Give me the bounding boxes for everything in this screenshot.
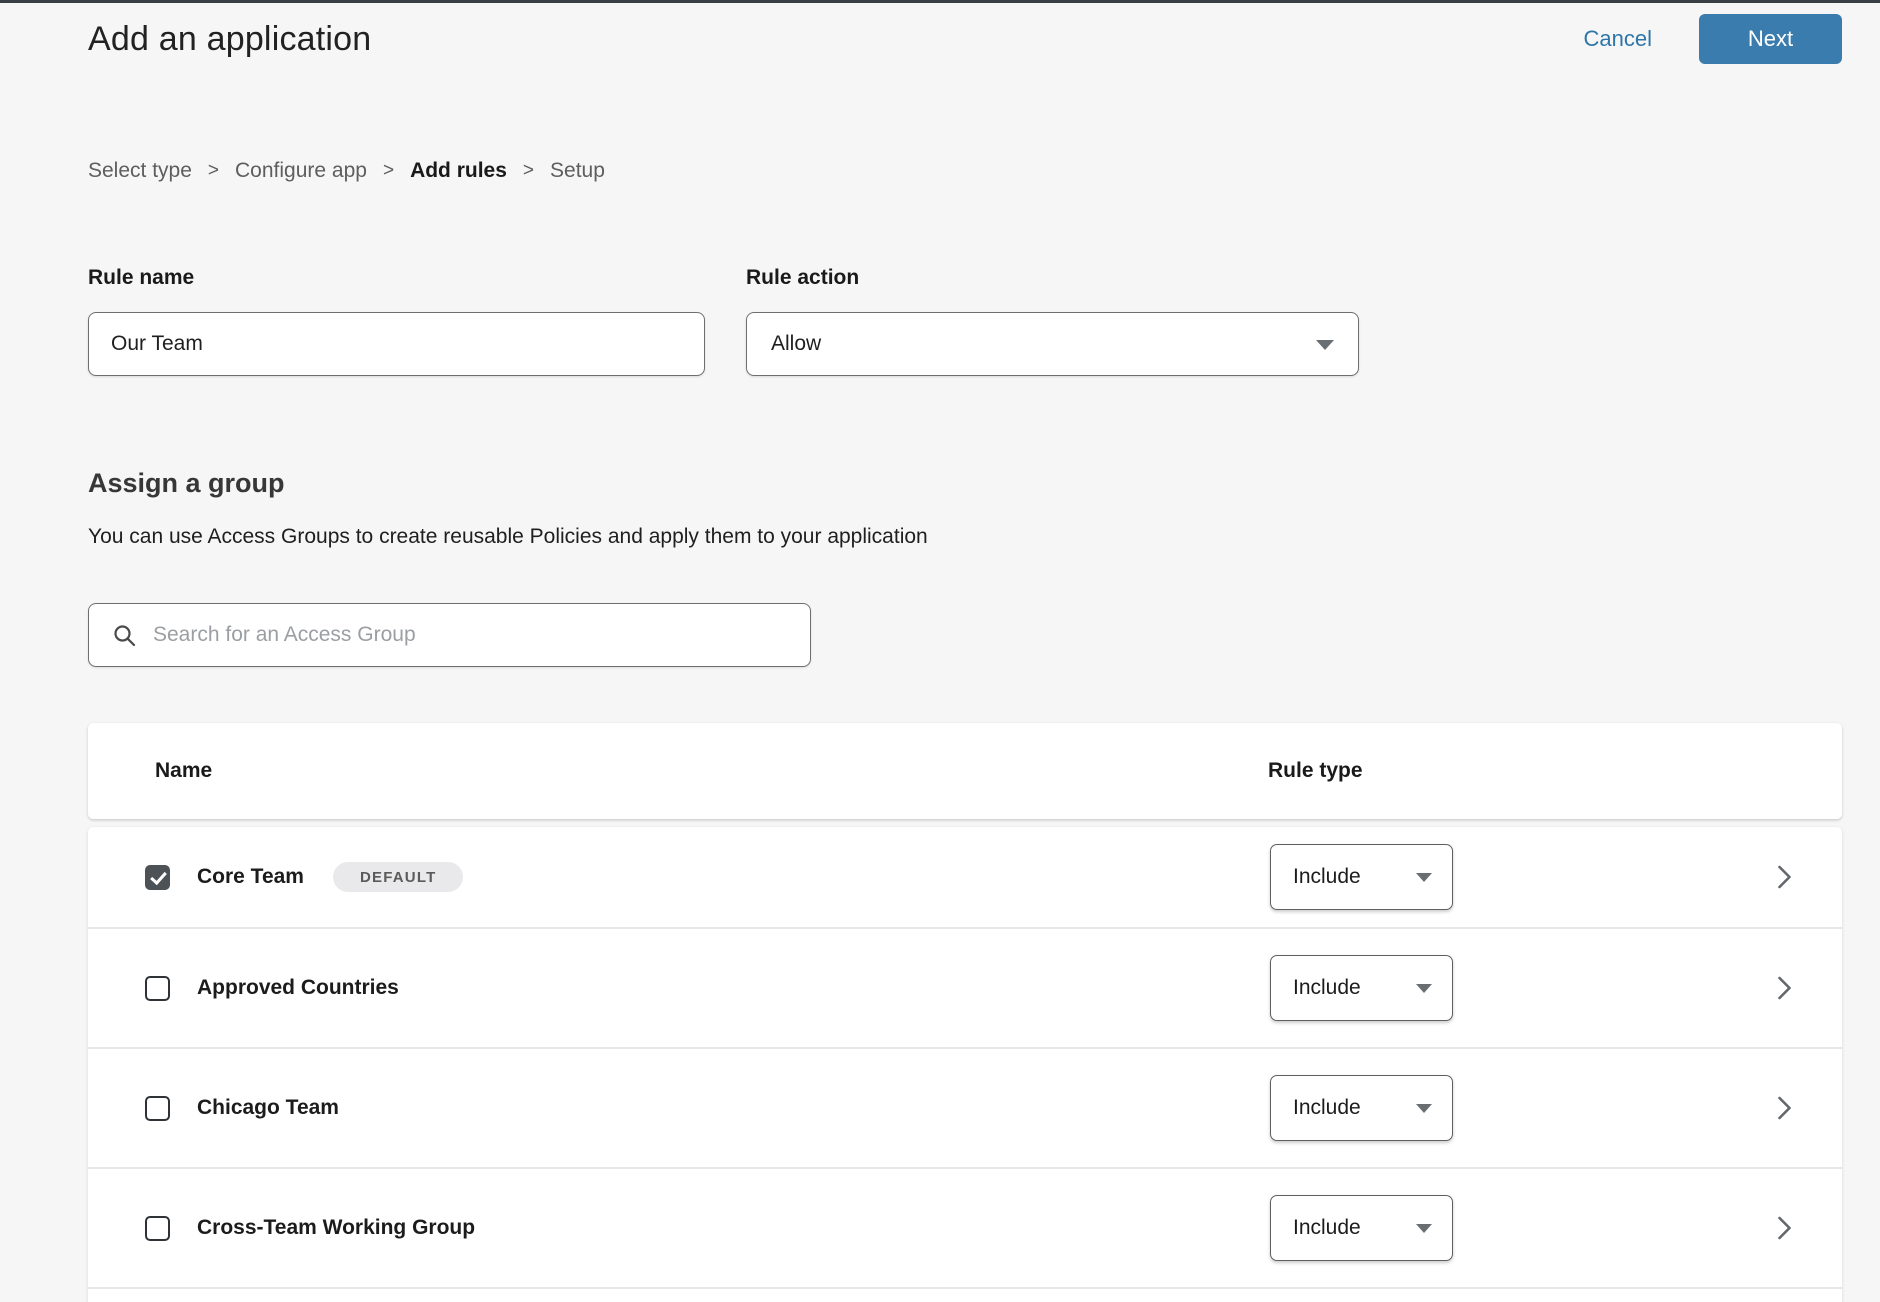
rule-type-value: Include [1293,865,1361,889]
assign-group-heading: Assign a group [88,468,1842,499]
rule-action-label: Rule action [746,266,1359,290]
chevron-down-icon [1416,1224,1432,1233]
row-checkbox[interactable] [145,865,170,890]
group-table-rows: Core Team DEFAULT Include Approved Count… [88,827,1842,1302]
page-header: Add an application Cancel Next [88,13,1842,65]
chevron-right-icon [1776,1093,1793,1123]
chevron-right-icon [1776,1213,1793,1243]
group-table-header: Name Rule type [88,723,1842,819]
chevron-right-icon [1776,862,1793,892]
breadcrumb-separator: > [208,160,219,182]
rule-name-input[interactable] [88,312,705,376]
access-group-search-input[interactable] [89,604,810,666]
rule-action-value: Allow [771,332,821,356]
next-button[interactable]: Next [1699,14,1842,64]
row-checkbox[interactable] [145,976,170,1001]
row-expand-button[interactable] [1776,1093,1793,1123]
page-title: Add an application [88,13,371,65]
group-name: Approved Countries [197,976,399,1000]
rule-fields: Rule name Rule action Allow [88,266,1842,376]
rule-type-value: Include [1293,976,1361,1000]
chevron-down-icon [1416,984,1432,993]
row-expand-button[interactable] [1776,973,1793,1003]
rule-type-select[interactable]: Include [1270,1195,1453,1261]
breadcrumb-step-select-type[interactable]: Select type [88,159,192,183]
rule-name-field: Rule name [88,266,705,376]
cancel-button[interactable]: Cancel [1584,26,1652,52]
assign-group-description: You can use Access Groups to create reus… [88,525,1842,549]
group-name: Core Team [197,865,304,889]
rule-type-value: Include [1293,1096,1361,1120]
table-row: Approved Countries Include [88,929,1842,1049]
default-badge: DEFAULT [333,862,463,892]
breadcrumb-separator: > [523,160,534,182]
rule-action-select[interactable]: Allow [746,312,1359,376]
add-application-page: Add an application Cancel Next Select ty… [0,13,1880,1302]
rule-type-select[interactable]: Include [1270,844,1453,910]
column-header-name: Name [155,759,212,783]
breadcrumb: Select type > Configure app > Add rules > Setu… [88,159,1842,183]
table-row: Core Team DEFAULT Include [88,827,1842,929]
chevron-down-icon [1416,873,1432,882]
header-actions: Cancel Next [1584,14,1842,64]
row-checkbox[interactable] [145,1096,170,1121]
group-name: Cross-Team Working Group [197,1216,475,1240]
group-name: Chicago Team [197,1096,339,1120]
chevron-down-icon [1416,1104,1432,1113]
row-checkbox[interactable] [145,1216,170,1241]
rule-type-value: Include [1293,1216,1361,1240]
breadcrumb-step-configure-app[interactable]: Configure app [235,159,367,183]
breadcrumb-step-add-rules[interactable]: Add rules [410,159,507,183]
rule-name-label: Rule name [88,266,705,290]
row-expand-button[interactable] [1776,1213,1793,1243]
chevron-down-icon [1316,340,1334,350]
breadcrumb-step-setup[interactable]: Setup [550,159,605,183]
access-group-searchbox [88,603,811,667]
rule-type-select[interactable]: Include [1270,955,1453,1021]
window-top-edge [0,0,1880,3]
column-header-rule-type: Rule type [1268,759,1363,783]
rule-action-field: Rule action Allow [746,266,1359,376]
row-expand-button[interactable] [1776,862,1793,892]
table-row: Cross-Team Working Group Include [88,1169,1842,1289]
search-icon [113,624,137,648]
chevron-right-icon [1776,973,1793,1003]
rule-type-select[interactable]: Include [1270,1075,1453,1141]
breadcrumb-separator: > [383,160,394,182]
table-row: Chicago Team Include [88,1049,1842,1169]
